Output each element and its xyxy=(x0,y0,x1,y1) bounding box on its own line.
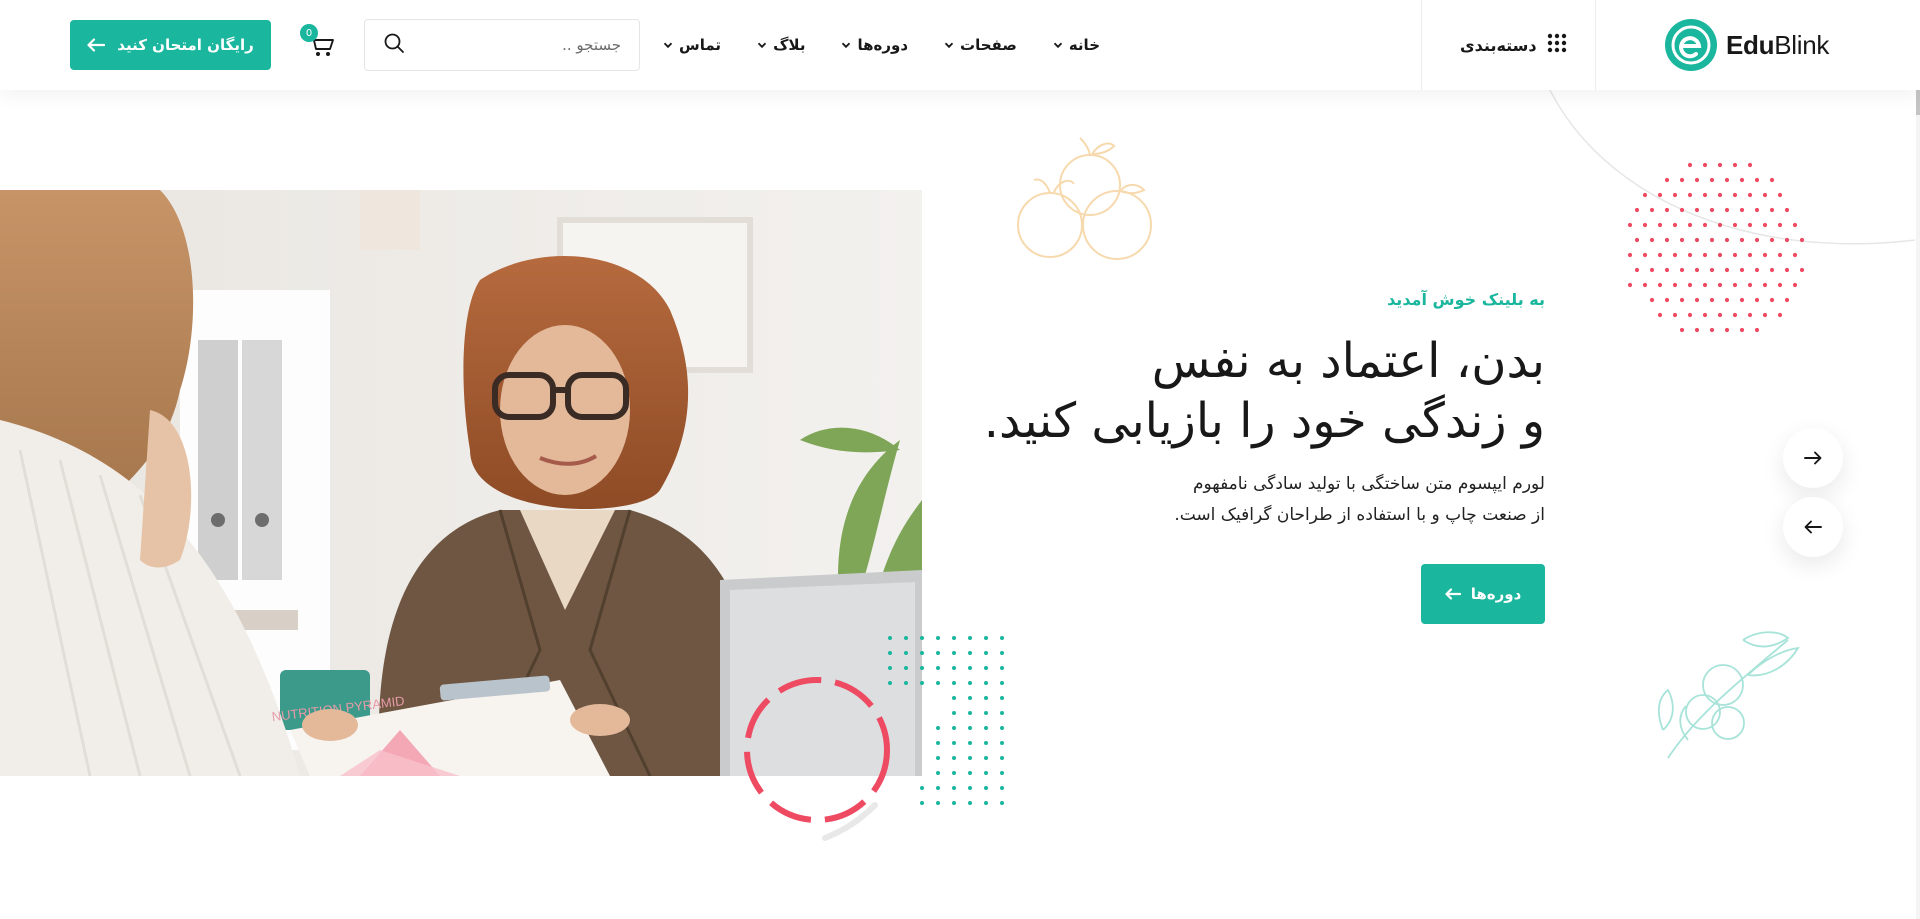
nav-item-courses[interactable]: دوره‌ها xyxy=(841,36,908,54)
chevron-down-icon xyxy=(1053,42,1062,49)
arrow-left-icon xyxy=(87,38,106,52)
hero-description-line: لورم ایپسوم متن ساختگی با تولید سادگی نا… xyxy=(1192,474,1545,494)
decor-fruit-outline xyxy=(1017,137,1152,260)
chevron-down-icon xyxy=(944,42,954,49)
nav-item-home[interactable]: خانه xyxy=(1053,36,1100,54)
courses-button[interactable]: دوره‌ها xyxy=(1421,564,1545,624)
decor-coral-ring xyxy=(744,677,890,841)
hero-title-line: و زندگی خود را بازیابی کنید. xyxy=(983,393,1545,449)
header-divider xyxy=(1421,0,1422,90)
arrow-left-icon xyxy=(1445,588,1461,600)
courses-button-label: دوره‌ها xyxy=(1470,585,1522,603)
hero-content: به بلینک خوش آمدید بدن، اعتماد به نفس و … xyxy=(925,290,1545,624)
category-menu[interactable]: دسته‌بندی xyxy=(1460,30,1567,60)
search-input[interactable] xyxy=(405,36,621,54)
chevron-down-icon xyxy=(757,42,767,49)
slider-prev-button[interactable] xyxy=(1783,497,1843,557)
logo[interactable]: EduBlink xyxy=(1665,19,1829,71)
nav-item-blog[interactable]: بلاگ xyxy=(757,36,805,54)
slider-next-button[interactable] xyxy=(1783,428,1843,488)
decor-leaf-outline xyxy=(1657,631,1800,759)
nav-item-contact[interactable]: تماس xyxy=(663,36,721,54)
search-icon[interactable] xyxy=(383,32,405,58)
hero-title: بدن، اعتماد به نفس و زندگی خود را بازیاب… xyxy=(925,331,1545,451)
arrow-left-icon xyxy=(1804,520,1822,534)
cart-count-badge: 0 xyxy=(300,24,318,42)
hero-title-line: بدن، اعتماد به نفس xyxy=(1151,333,1545,389)
try-free-button[interactable]: رایگان امتحان کنید xyxy=(70,20,271,70)
hero-description-line: از صنعت چاپ و با استفاده از طراحان گرافی… xyxy=(1174,505,1545,525)
try-free-label: رایگان امتحان کنید xyxy=(117,36,254,54)
chevron-down-icon xyxy=(663,42,673,49)
chevron-down-icon xyxy=(842,42,851,49)
arrow-right-icon xyxy=(1804,451,1822,465)
hero-eyebrow: به بلینک خوش آمدید xyxy=(1387,290,1545,309)
page-scrollbar[interactable] xyxy=(1916,0,1920,919)
logo-text: EduBlink xyxy=(1726,29,1830,60)
hero-description: لورم ایپسوم متن ساختگی با تولید سادگی نا… xyxy=(925,469,1545,531)
nav-label: تماس xyxy=(679,36,722,54)
nav-item-pages[interactable]: صفحات xyxy=(944,36,1017,54)
nav-label: صفحات xyxy=(960,36,1017,54)
logo-mark-icon xyxy=(1665,19,1717,71)
nav-label: بلاگ xyxy=(773,36,806,54)
grid-icon xyxy=(1547,33,1567,57)
search-box xyxy=(364,19,640,71)
nav-label: خانه xyxy=(1068,36,1100,54)
header-divider xyxy=(1595,0,1596,90)
main-nav: خانه صفحات دوره‌ها بلاگ تماس xyxy=(663,30,1100,60)
site-header: EduBlink دسته‌بندی خانه صفحات دوره‌ها xyxy=(0,0,1920,90)
category-label: دسته‌بندی xyxy=(1460,35,1537,55)
nav-label: دوره‌ها xyxy=(857,36,909,54)
decor-coral-dots xyxy=(1627,162,1805,333)
